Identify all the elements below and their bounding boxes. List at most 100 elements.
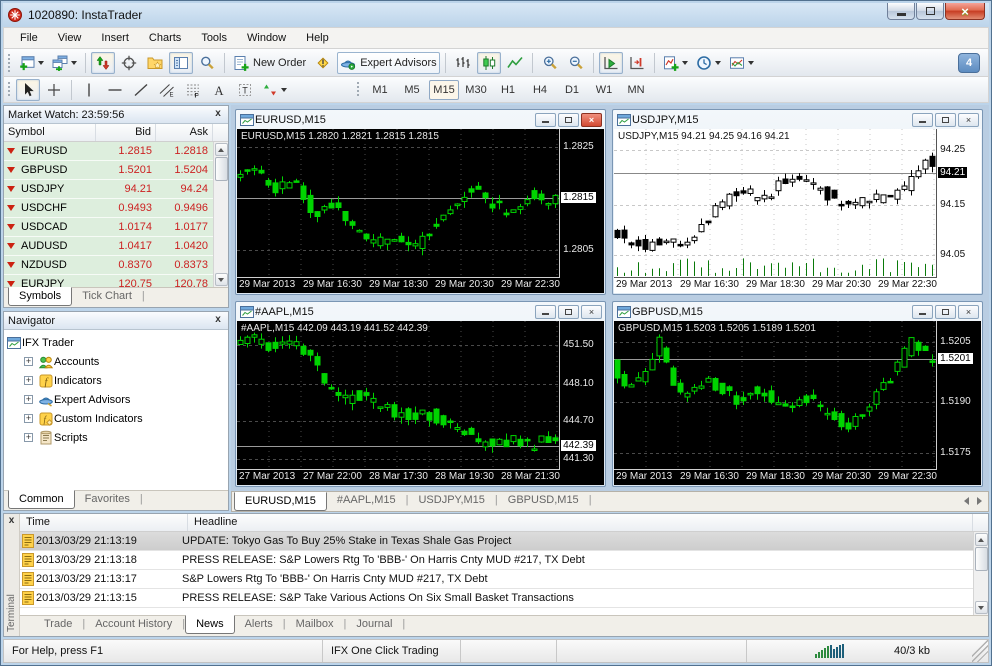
vertical-line-button[interactable] [77, 79, 101, 101]
chart-restore-button[interactable] [558, 112, 579, 127]
navigator-item-scripts[interactable]: + Scripts [6, 428, 226, 447]
timeframe-d1[interactable]: D1 [557, 80, 587, 100]
chart-minimize-button[interactable] [912, 304, 933, 319]
scroll-up-icon[interactable] [214, 143, 228, 156]
chart-tab--aapl-m15[interactable]: #AAPL,M15 [327, 492, 406, 509]
tab-scroll-right-icon[interactable] [977, 497, 982, 505]
terminal-tab-news[interactable]: News [185, 615, 235, 634]
market-watch-close-icon[interactable]: x [212, 108, 224, 121]
chart-plot-area[interactable]: USDJPY,M15 94.21 94.25 94.16 94.21 94.25 9… [614, 129, 981, 278]
navigator-item-indicators[interactable]: + f Indicators [6, 371, 226, 390]
column-headline[interactable]: Headline [188, 514, 973, 531]
market-watch-row-usdjpy[interactable]: USDJPY 94.21 94.24 [4, 180, 213, 199]
chart-window-titlebar[interactable]: USDJPY,M15 × [613, 110, 982, 129]
menu-charts[interactable]: Charts [139, 29, 191, 47]
crosshair-mode-button[interactable] [117, 52, 141, 74]
new-chart-button[interactable] [16, 52, 47, 74]
alerts-button[interactable] [311, 52, 335, 74]
column-time[interactable]: Time [20, 514, 188, 531]
dropdown-caret-icon[interactable] [71, 60, 77, 65]
scroll-down-icon[interactable] [214, 273, 228, 286]
terminal-tab-account-history[interactable]: Account History [85, 616, 182, 633]
auto-scroll-button[interactable] [598, 51, 623, 74]
timeframe-mn[interactable]: MN [621, 80, 651, 100]
status-one-click[interactable]: IFX One Click Trading [323, 640, 461, 662]
chart-close-button[interactable]: × [581, 112, 602, 127]
market-watch-row-gbpusd[interactable]: GBPUSD 1.5201 1.5204 [4, 161, 213, 180]
horizontal-line-button[interactable] [103, 79, 127, 101]
chart-restore-button[interactable] [935, 304, 956, 319]
candlestick-chart-button[interactable] [476, 51, 501, 74]
chart-window-eurusd[interactable]: EURUSD,M15 × EURUSD,M15 1.2820 1.2821 1.28… [235, 109, 606, 295]
menu-file[interactable]: File [10, 29, 48, 47]
notification-badge[interactable]: 4 [958, 52, 980, 73]
chart-canvas[interactable]: GBPUSD,M15 1.5203 1.5205 1.5189 1.5201 [614, 321, 938, 470]
chart-window-titlebar[interactable]: EURUSD,M15 × [236, 110, 605, 129]
toolbar-grip[interactable] [7, 53, 12, 72]
tab-scroll-left-icon[interactable] [964, 497, 969, 505]
dropdown-caret-icon[interactable] [714, 60, 721, 65]
navigator-item-accounts[interactable]: + Accounts [6, 352, 226, 371]
timeframe-h1[interactable]: H1 [493, 80, 523, 100]
scroll-down-icon[interactable] [974, 601, 988, 614]
menu-help[interactable]: Help [296, 29, 339, 47]
indicators-button[interactable] [660, 52, 691, 74]
chart-close-button[interactable]: × [958, 304, 979, 319]
expand-icon[interactable]: + [24, 395, 33, 404]
chart-tab-usdjpy-m15[interactable]: USDJPY,M15 [408, 492, 494, 509]
market-watch-scrollbar[interactable] [213, 142, 228, 287]
scroll-thumb[interactable] [974, 547, 988, 571]
toolbar-grip[interactable] [356, 80, 361, 99]
tick-chart-button[interactable] [91, 51, 115, 74]
zoom-out-button[interactable] [564, 52, 588, 74]
time-axis[interactable]: 29 Mar 2013 29 Mar 16:30 29 Mar 18:30 29 Ma… [614, 470, 981, 485]
price-scale[interactable]: 1.5205 1.5201 1.5190 1.5175 [937, 321, 981, 470]
cursor-button[interactable] [16, 78, 40, 101]
chart-window-titlebar[interactable]: #AAPL,M15 × [236, 302, 605, 321]
menu-view[interactable]: View [48, 29, 92, 47]
toolbar-grip[interactable] [7, 80, 12, 99]
new-order-button[interactable]: New Order [230, 52, 309, 74]
chart-canvas[interactable]: #AAPL,M15 442.09 443.19 441.52 442.39 [237, 321, 561, 470]
dropdown-caret-icon[interactable] [38, 60, 44, 65]
market-watch-tab-symbols[interactable]: Symbols [8, 287, 73, 306]
market-watch-row-usdcad[interactable]: USDCAD 1.0174 1.0177 [4, 218, 213, 237]
menu-insert[interactable]: Insert [91, 29, 139, 47]
timeframe-m30[interactable]: M30 [461, 80, 491, 100]
chart-shift-button[interactable] [625, 52, 649, 74]
preview-search-button[interactable] [195, 52, 219, 74]
timeframe-m1[interactable]: M1 [365, 80, 395, 100]
menu-tools[interactable]: Tools [191, 29, 237, 47]
news-scrollbar[interactable] [973, 532, 988, 615]
zoom-in-button[interactable] [538, 52, 562, 74]
market-watch-row-nzdusd[interactable]: NZDUSD 0.8370 0.8373 [4, 256, 213, 275]
expand-icon[interactable]: + [24, 376, 33, 385]
equidistant-channel-button[interactable]: E [155, 79, 179, 101]
terminal-tab-journal[interactable]: Journal [346, 616, 402, 633]
terminal-tab-alerts[interactable]: Alerts [235, 616, 283, 633]
scroll-thumb[interactable] [214, 157, 228, 181]
column-bid[interactable]: Bid [96, 124, 156, 141]
chart-tab-gbpusd-m15[interactable]: GBPUSD,M15 [498, 492, 589, 509]
resize-grip[interactable] [972, 640, 988, 662]
minimize-button[interactable] [887, 3, 915, 20]
chart-window-titlebar[interactable]: GBPUSD,M15 × [613, 302, 982, 321]
crosshair-tool-button[interactable] [42, 79, 66, 101]
expand-icon[interactable]: + [24, 433, 33, 442]
chart-window-aapl[interactable]: #AAPL,M15 × #AAPL,M15 442.09 443.19 441.52… [235, 301, 606, 487]
profiles-button[interactable] [49, 52, 80, 74]
chart-minimize-button[interactable] [535, 112, 556, 127]
menu-window[interactable]: Window [237, 29, 296, 47]
time-axis[interactable]: 29 Mar 2013 29 Mar 16:30 29 Mar 18:30 29 Ma… [237, 278, 604, 293]
market-watch-tab-tick-chart[interactable]: Tick Chart [72, 288, 142, 305]
price-scale[interactable]: 94.25 94.21 94.15 94.05 [937, 129, 981, 278]
price-scale[interactable]: 1.2825 1.2815 1.2805 [560, 129, 604, 278]
terminal-close-icon[interactable]: x [6, 516, 18, 528]
news-row[interactable]: 2013/03/29 21:13:18 PRESS RELEASE: S&P Lo… [20, 551, 973, 570]
news-row[interactable]: 2013/03/29 21:13:17 S&P Lowers Rtg To 'BB… [20, 570, 973, 589]
market-watch-row-audusd[interactable]: AUDUSD 1.0417 1.0420 [4, 237, 213, 256]
time-axis[interactable]: 29 Mar 2013 29 Mar 16:30 29 Mar 18:30 29 Ma… [614, 278, 981, 293]
terminal-tab-trade[interactable]: Trade [34, 616, 82, 633]
arrows-button[interactable] [259, 79, 290, 101]
timeframe-m15[interactable]: M15 [429, 79, 459, 100]
